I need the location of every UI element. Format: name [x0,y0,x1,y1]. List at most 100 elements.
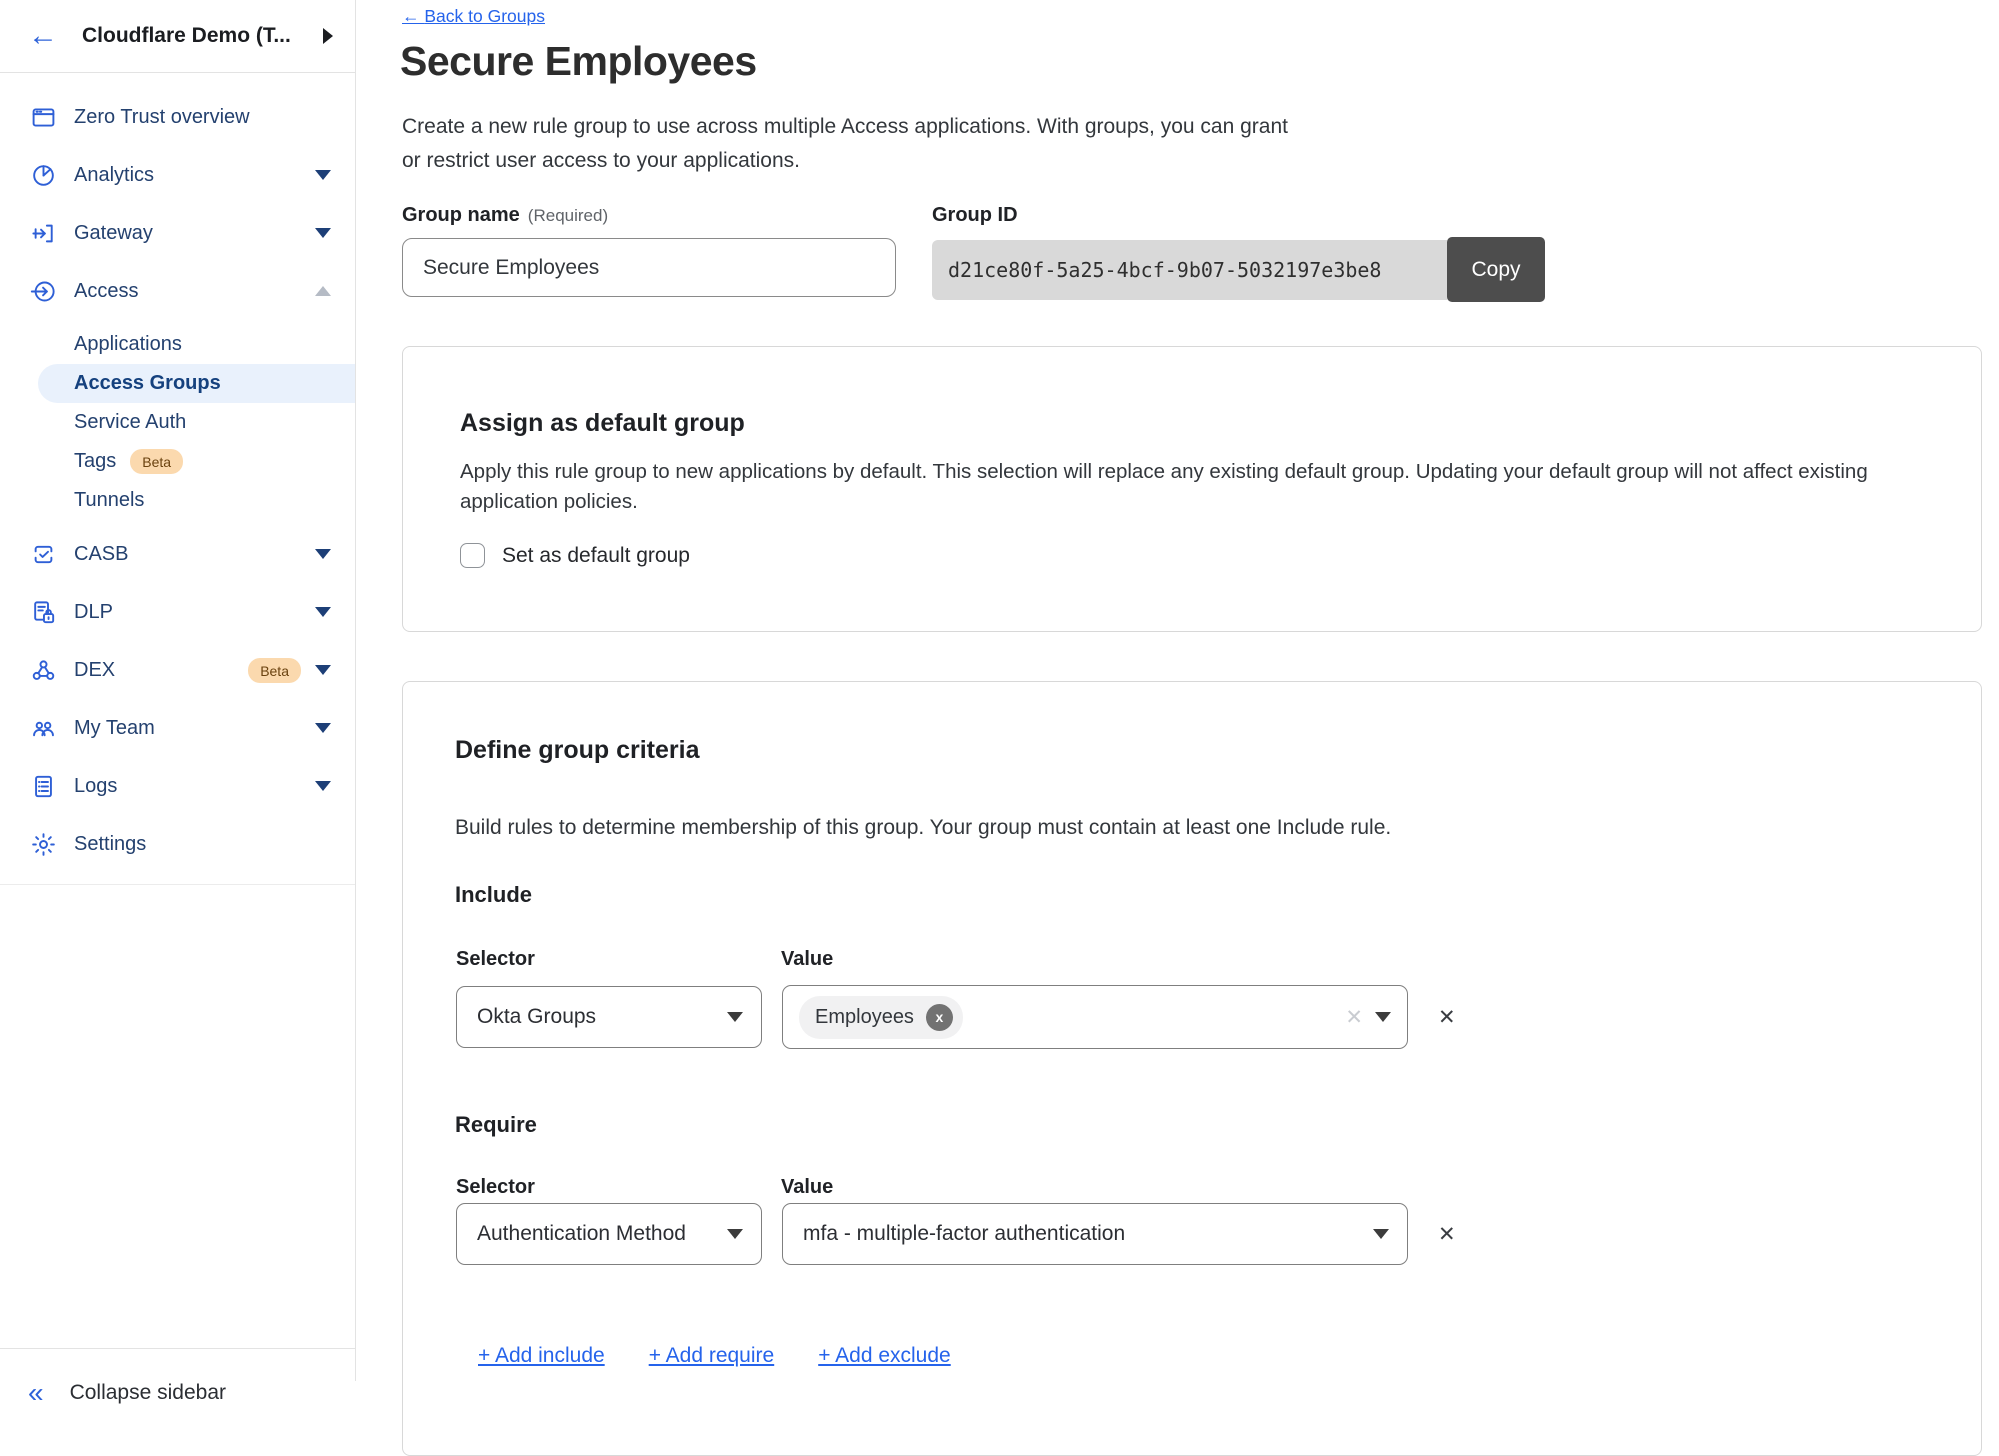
add-exclude-link[interactable]: + Add exclude [818,1344,951,1368]
sidebar-item-label: Logs [74,775,315,798]
card-title: Assign as default group [460,409,745,438]
page-title: Secure Employees [400,38,757,85]
beta-badge: Beta [130,449,183,474]
sidebar-item-my-team[interactable]: My Team [0,706,355,750]
chevron-down-icon[interactable] [315,228,331,238]
chevron-down-icon[interactable] [315,665,331,675]
card-title: Define group criteria [455,736,700,765]
sidebar-item-label: Tunnels [74,489,144,512]
collapse-chevrons-icon: « [28,1379,44,1407]
set-default-group-checkbox[interactable] [460,543,485,568]
back-arrow-icon: ← [402,6,420,26]
sidebar-item-analytics[interactable]: Analytics [0,153,355,197]
back-to-groups-link[interactable]: ← Back to Groups [402,6,545,27]
chevron-down-icon[interactable] [315,549,331,559]
beta-badge: Beta [248,658,301,683]
require-rule-row: Authentication Method mfa - multiple-fac… [456,1203,1456,1265]
back-arrow-icon[interactable]: ← [28,21,58,51]
chevron-down-icon[interactable] [1375,1012,1391,1022]
sidebar-item-label: CASB [74,543,315,566]
back-link-label: Back to Groups [424,6,545,26]
sidebar-header: ← Cloudflare Demo (T... [0,0,355,73]
sidebar-item-gateway[interactable]: Gateway [0,211,355,255]
group-name-input[interactable] [402,238,896,297]
sidebar-item-label: Tags [74,450,116,473]
account-name[interactable]: Cloudflare Demo (T... [82,24,323,48]
remove-include-rule-button[interactable]: ✕ [1438,1005,1456,1030]
sidebar-item-access[interactable]: Access [0,269,355,313]
require-selector-dropdown[interactable]: Authentication Method [456,1203,762,1265]
sidebar: ← Cloudflare Demo (T... Zero Trust overv… [0,0,356,1381]
dlp-document-lock-icon [30,599,57,626]
sidebar-item-label: DEX [74,659,234,682]
sidebar-item-label: Gateway [74,222,315,245]
sidebar-item-tunnels[interactable]: Tunnels [0,481,355,520]
card-description: Build rules to determine membership of t… [455,816,1391,840]
copy-button[interactable]: Copy [1447,237,1545,302]
chevron-down-icon[interactable] [315,723,331,733]
dex-network-icon [30,657,57,684]
rule-action-links: + Add include + Add require + Add exclud… [478,1344,951,1368]
chevron-up-icon[interactable] [315,286,331,296]
main-content: ← Back to Groups Secure Employees Create… [357,0,1999,1381]
require-heading: Require [455,1112,537,1138]
clear-icon[interactable]: ✕ [1345,1005,1363,1030]
chevron-down-icon [1373,1229,1389,1239]
sidebar-item-label: Service Auth [74,411,186,434]
sidebar-item-casb[interactable]: CASB [0,532,355,576]
value-chip: Employees x [799,996,963,1039]
selected-option: Okta Groups [477,1005,596,1029]
sidebar-item-applications[interactable]: Applications [0,325,355,364]
sidebar-item-label: Zero Trust overview [74,106,331,129]
add-require-link[interactable]: + Add require [649,1344,775,1368]
chip-remove-icon[interactable]: x [926,1004,953,1031]
chip-label: Employees [815,1006,914,1029]
group-name-label: Group name(Required) [402,204,608,227]
group-name-label-text: Group name [402,204,520,226]
sidebar-nav: Zero Trust overview Analytics Gateway Ac… [0,73,355,885]
sidebar-item-settings[interactable]: Settings [0,822,355,866]
chevron-down-icon[interactable] [315,781,331,791]
card-description: Apply this rule group to new application… [460,457,1920,517]
team-people-icon [30,715,57,742]
sidebar-item-label: Access Groups [74,372,221,395]
group-id-value: d21ce80f-5a25-4bcf-9b07-5032197e3be8 [932,240,1447,300]
sidebar-item-label: Applications [74,333,182,356]
include-value-label: Value [781,948,833,971]
sidebar-item-logs[interactable]: Logs [0,764,355,808]
overview-window-icon [30,104,57,131]
sidebar-item-label: My Team [74,717,315,740]
sidebar-divider [0,884,355,885]
multiselect-controls: ✕ [1345,1005,1391,1030]
sidebar-item-service-auth[interactable]: Service Auth [0,403,355,442]
chevron-down-icon [727,1229,743,1239]
include-selector-label: Selector [456,948,535,971]
sidebar-item-tags[interactable]: Tags Beta [0,442,355,481]
selected-option: Authentication Method [477,1222,686,1246]
analytics-pie-icon [30,162,57,189]
gateway-icon [30,220,57,247]
sidebar-item-label: Settings [74,833,331,856]
sidebar-item-access-groups[interactable]: Access Groups [38,364,355,403]
collapse-sidebar-button[interactable]: « Collapse sidebar [0,1348,356,1410]
chevron-right-icon[interactable] [323,28,333,44]
chevron-down-icon[interactable] [315,170,331,180]
include-selector-dropdown[interactable]: Okta Groups [456,986,762,1048]
sidebar-item-zero-trust-overview[interactable]: Zero Trust overview [0,95,355,139]
collapse-sidebar-label: Collapse sidebar [70,1381,226,1405]
sidebar-item-label: Analytics [74,164,315,187]
chevron-down-icon[interactable] [315,607,331,617]
include-rule-row: Okta Groups Employees x ✕ ✕ [456,985,1456,1049]
include-value-multiselect[interactable]: Employees x ✕ [782,985,1408,1049]
sidebar-item-dlp[interactable]: DLP [0,590,355,634]
require-value-label: Value [781,1176,833,1199]
group-id-label: Group ID [932,204,1018,227]
define-group-criteria-card: Define group criteria Build rules to det… [402,681,1982,1456]
sidebar-item-dex[interactable]: DEX Beta [0,648,355,692]
selected-option: mfa - multiple-factor authentication [803,1222,1125,1246]
set-default-group-row[interactable]: Set as default group [460,543,690,568]
remove-require-rule-button[interactable]: ✕ [1438,1222,1456,1247]
require-value-dropdown[interactable]: mfa - multiple-factor authentication [782,1203,1408,1265]
add-include-link[interactable]: + Add include [478,1344,605,1368]
require-selector-label: Selector [456,1176,535,1199]
